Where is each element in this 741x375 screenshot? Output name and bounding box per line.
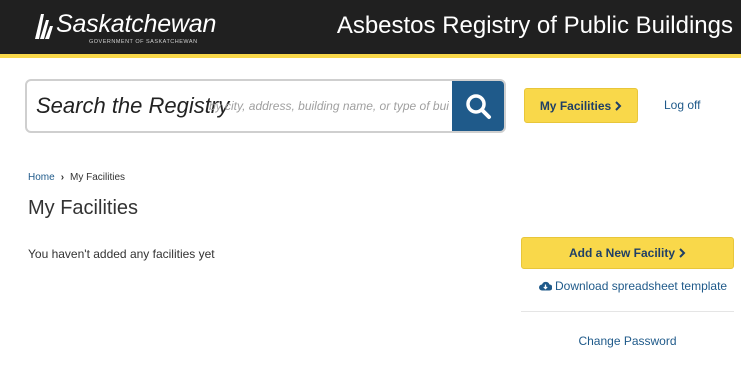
change-password-link[interactable]: Change Password bbox=[521, 334, 734, 348]
breadcrumb: Home › My Facilities bbox=[28, 172, 125, 183]
download-template-link[interactable]: Download spreadsheet template bbox=[539, 279, 727, 293]
add-facility-button[interactable]: Add a New Facility bbox=[521, 237, 734, 269]
cloud-download-icon bbox=[539, 281, 552, 291]
chevron-right-icon bbox=[615, 100, 622, 111]
breadcrumb-home[interactable]: Home bbox=[28, 172, 55, 183]
breadcrumb-current: My Facilities bbox=[70, 172, 126, 183]
empty-state-message: You haven't added any facilities yet bbox=[28, 247, 215, 261]
my-facilities-label: My Facilities bbox=[539, 98, 612, 113]
chevron-right-icon: › bbox=[60, 172, 65, 183]
logo-text: Saskatchewan bbox=[56, 10, 217, 38]
search-label: Search the Registry bbox=[36, 93, 230, 118]
logo-subtitle: GOVERNMENT OF SASKATCHEWAN bbox=[89, 39, 198, 45]
my-facilities-button[interactable]: My Facilities bbox=[524, 88, 638, 123]
site-header: Saskatchewan GOVERNMENT OF SASKATCHEWAN … bbox=[0, 0, 741, 58]
download-template-label: Download spreadsheet template bbox=[555, 279, 728, 293]
logoff-link[interactable]: Log off bbox=[664, 98, 700, 112]
search-bar: Search the Registry bbox=[25, 79, 506, 133]
page-title: My Facilities bbox=[28, 197, 139, 219]
search-button[interactable] bbox=[452, 81, 504, 131]
search-icon bbox=[466, 94, 491, 119]
wheat-logo-icon bbox=[35, 14, 53, 39]
app-title: Asbestos Registry of Public Buildings bbox=[336, 12, 733, 39]
chevron-right-icon bbox=[679, 248, 686, 258]
add-facility-label: Add a New Facility bbox=[568, 246, 676, 260]
search-input[interactable] bbox=[209, 95, 449, 117]
divider bbox=[521, 311, 734, 312]
